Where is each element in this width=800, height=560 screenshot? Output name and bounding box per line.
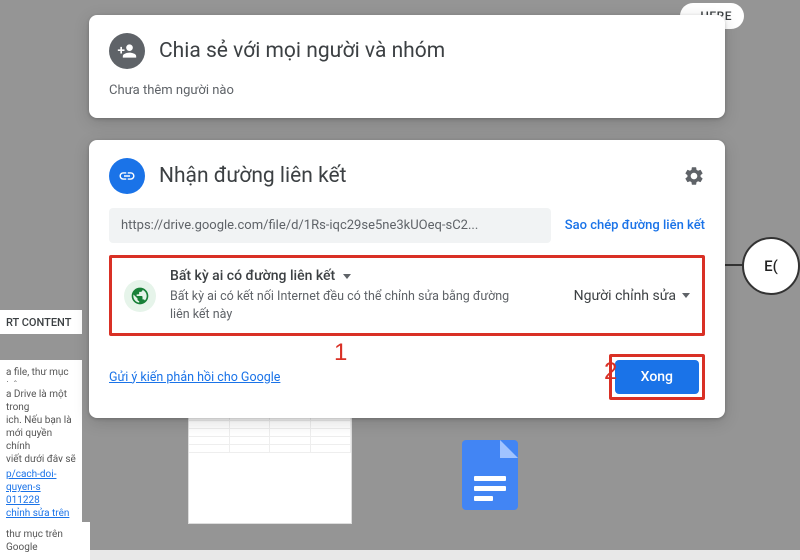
- done-button-highlight: Xong: [609, 354, 705, 400]
- globe-icon: [124, 280, 156, 312]
- access-role-dropdown[interactable]: Người chỉnh sửa: [574, 288, 690, 304]
- chevron-down-icon: [682, 293, 690, 298]
- annotation-1: 1: [334, 339, 347, 367]
- share-subtitle: Chưa thêm người nào: [109, 83, 705, 98]
- copy-link-button[interactable]: Sao chép đường liên kết: [565, 218, 705, 233]
- bg-snippet-3: thư mục trên Google: [0, 522, 90, 560]
- bg-sidebar-label: RT CONTENT: [0, 310, 82, 334]
- access-scope-dropdown[interactable]: Bất kỳ ai có đường liên kết: [170, 268, 560, 284]
- bg-docs-file-icon: [462, 440, 518, 510]
- settings-gear-icon[interactable]: [683, 165, 705, 187]
- access-level-box: Bất kỳ ai có đường liên kết Bất kỳ ai có…: [109, 255, 705, 336]
- share-people-card: Chia sẻ với mọi người và nhóm Chưa thêm …: [89, 15, 725, 118]
- link-icon: [109, 158, 145, 194]
- share-url-box[interactable]: https://drive.google.com/file/d/1Rs-iqc2…: [109, 208, 551, 243]
- bg-snippet-2: p/cach-doi-quyen-s 011228 chỉnh sửa trên: [0, 462, 82, 526]
- access-description: Bất kỳ ai có kết nối Internet đều có thể…: [170, 288, 530, 323]
- done-button[interactable]: Xong: [615, 360, 699, 394]
- access-role-label: Người chỉnh sửa: [574, 288, 676, 304]
- send-feedback-link[interactable]: Gửi ý kiến phản hồi cho Google: [109, 370, 280, 385]
- add-person-icon: [109, 33, 145, 69]
- annotation-2: 2: [604, 358, 617, 386]
- bg-chart-node: E(: [742, 237, 800, 295]
- chevron-down-icon: [343, 274, 351, 279]
- share-title: Chia sẻ với mọi người và nhóm: [159, 39, 445, 63]
- get-link-card: Nhận đường liên kết https://drive.google…: [89, 140, 725, 418]
- bg-spreadsheet-thumb: [188, 404, 352, 524]
- access-scope-label: Bất kỳ ai có đường liên kết: [170, 268, 335, 284]
- get-link-title: Nhận đường liên kết: [159, 164, 669, 188]
